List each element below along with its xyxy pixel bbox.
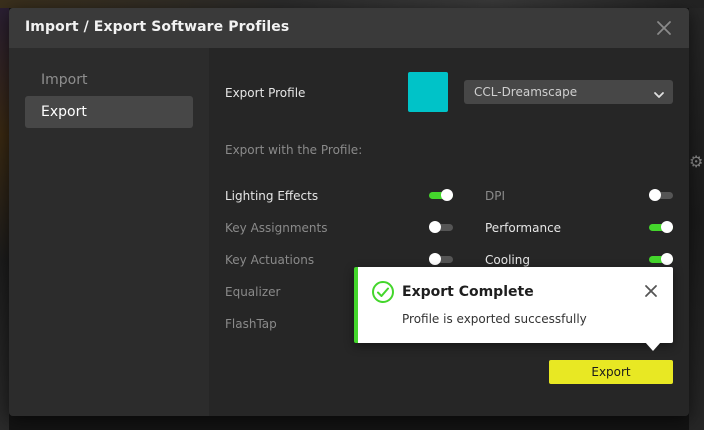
- toggle-key-assignments[interactable]: [429, 221, 453, 233]
- toggle-lighting-effects[interactable]: [429, 189, 453, 201]
- option-label-flashtap: FlashTap: [225, 317, 277, 331]
- option-label-key-assignments: Key Assignments: [225, 221, 328, 235]
- option-label-performance: Performance: [485, 221, 562, 235]
- background-app-strip: [0, 0, 704, 8]
- toast-message: Profile is exported successfully: [402, 312, 587, 326]
- export-button[interactable]: Export: [549, 360, 673, 384]
- toast-close-icon[interactable]: [643, 283, 659, 299]
- background-app-left: [0, 8, 9, 430]
- dialog-title: Import / Export Software Profiles: [25, 19, 290, 35]
- background-gear-icon: ⚙: [689, 152, 704, 171]
- section-label: Export with the Profile:: [225, 143, 363, 157]
- option-label-equalizer: Equalizer: [225, 285, 281, 299]
- toast-pointer: [645, 342, 661, 351]
- sidebar-item-label: Export: [41, 104, 87, 120]
- dialog-titlebar: Import / Export Software Profiles: [9, 8, 689, 48]
- profile-dropdown-value: CCL-Dreamscape: [474, 85, 578, 99]
- export-complete-toast: Export Complete Profile is exported succ…: [354, 267, 673, 343]
- chevron-down-icon: [653, 86, 665, 98]
- toggle-performance[interactable]: [649, 221, 673, 233]
- sidebar: Import Export: [9, 48, 209, 416]
- sidebar-item-export[interactable]: Export: [25, 96, 193, 128]
- sidebar-item-label: Import: [41, 72, 88, 88]
- background-app-right: [689, 8, 704, 430]
- export-panel: Export Profile CCL-Dreamscape Export wit…: [209, 48, 689, 416]
- sidebar-item-import[interactable]: Import: [25, 64, 193, 96]
- toggle-key-actuations[interactable]: [429, 253, 453, 265]
- profile-color-swatch[interactable]: [408, 72, 448, 112]
- check-circle-icon: [371, 280, 395, 304]
- toggle-cooling[interactable]: [649, 253, 673, 265]
- import-export-dialog: Import / Export Software Profiles Import…: [9, 8, 689, 416]
- option-label-dpi: DPI: [485, 189, 506, 203]
- export-profile-label: Export Profile: [225, 86, 306, 100]
- toast-title: Export Complete: [402, 284, 534, 300]
- option-label-key-actuations: Key Actuations: [225, 253, 315, 267]
- option-label-cooling: Cooling: [485, 253, 530, 267]
- profile-dropdown[interactable]: CCL-Dreamscape: [464, 80, 673, 104]
- close-icon[interactable]: [654, 18, 674, 38]
- toggle-dpi[interactable]: [649, 189, 673, 201]
- option-label-lighting-effects: Lighting Effects: [225, 189, 319, 203]
